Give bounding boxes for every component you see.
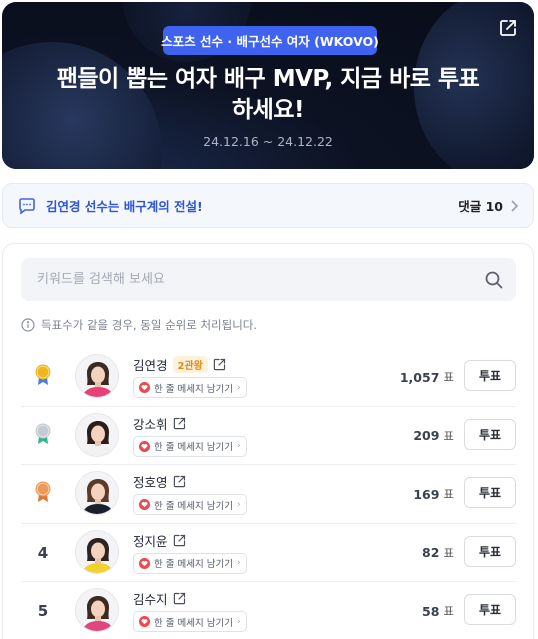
comment-count: 댓글 10: [458, 199, 503, 214]
leave-message-button[interactable]: 한 줄 메세지 남기기 ›: [133, 377, 247, 398]
vote-unit: 표: [443, 545, 454, 560]
silver-medal-icon: [34, 422, 52, 450]
vote-count: 58 표: [422, 582, 454, 639]
chevron-right-icon: ›: [236, 558, 241, 568]
chevron-right-icon: ›: [236, 499, 241, 510]
search-icon[interactable]: [484, 270, 504, 290]
player-row: 정호영 한 줄 메세지 남기기 › 169 표 투표: [21, 465, 516, 524]
avatar[interactable]: [75, 529, 119, 574]
bronze-medal-icon: [34, 480, 52, 508]
chevron-right-icon: ›: [236, 441, 241, 451]
vote-count-value: 1,057: [399, 369, 440, 385]
player-row: 강소휘 한 줄 메세지 남기기 › 209 표 투표: [21, 407, 516, 465]
rank: [21, 407, 65, 465]
external-link-icon[interactable]: [173, 475, 186, 488]
leave-message-button[interactable]: 한 줄 메세지 남기기 ›: [133, 552, 247, 574]
leave-message-label: 한 줄 메세지 남기기: [154, 500, 233, 512]
external-link-icon[interactable]: [173, 417, 186, 430]
vote-button[interactable]: 투표: [464, 594, 516, 625]
avatar[interactable]: [75, 354, 119, 398]
player-name[interactable]: 정호영: [133, 472, 168, 491]
info-icon: [21, 318, 35, 332]
vote-count-value: 58: [422, 603, 440, 619]
heart-icon: [139, 382, 150, 393]
leave-message-label: 한 줄 메세지 남기기: [154, 559, 233, 570]
rank-number: 5: [37, 602, 49, 620]
player-name[interactable]: 김수지: [133, 589, 168, 608]
page-title-line: 하세요!: [232, 97, 304, 123]
tie-notice: 득표수가 같을 경우, 동일 순위로 처리됩니다.: [21, 317, 257, 333]
category-badge: 스포츠 선수 · 배구선수 여자 (WKOVO): [161, 26, 379, 55]
rank: [21, 348, 65, 406]
heart-icon: [139, 557, 150, 569]
comment-bar[interactable]: 김연경 선수는 배구계의 전설! 댓글 10: [2, 183, 534, 228]
leave-message-button[interactable]: 한 줄 메세지 남기기 ›: [133, 611, 247, 632]
player-name[interactable]: 정지윤: [133, 531, 168, 550]
vote-count-value: 209: [413, 428, 440, 443]
heart-icon: [139, 499, 150, 510]
leave-message-button[interactable]: 한 줄 메세지 남기기 ›: [133, 494, 247, 515]
chevron-right-icon: [511, 199, 519, 212]
leave-message-label: 한 줄 메세지 남기기: [154, 383, 233, 395]
leave-message-label: 한 줄 메세지 남기기: [154, 442, 233, 453]
heart-icon: [139, 616, 150, 627]
page-title-line: 팬들이 뽑는 여자 배구 MVP, 지금 바로 투표: [56, 66, 480, 92]
vote-button[interactable]: 투표: [464, 418, 516, 450]
player-row: 5 김수지 한 줄 메세지 남기기 › 58 표 투표: [21, 582, 516, 639]
search-box: [21, 258, 516, 301]
player-list: 김연경 2관왕 한 줄 메세지 남기기 › 1,057 표 투표 강소휘 한 줄…: [21, 348, 516, 639]
leave-message-label: 한 줄 메세지 남기기: [154, 617, 233, 629]
search-input[interactable]: [37, 272, 484, 287]
rank: [21, 465, 65, 523]
vote-button[interactable]: 투표: [464, 477, 516, 508]
player-name[interactable]: 김연경: [133, 355, 168, 374]
player-name[interactable]: 강소휘: [133, 414, 168, 433]
leave-message-button[interactable]: 한 줄 메세지 남기기 ›: [133, 435, 247, 457]
hero-banner: 스포츠 선수 · 배구선수 여자 (WKOVO) 팬들이 뽑는 여자 배구 MV…: [2, 2, 534, 169]
player-name-line: 정호영: [133, 472, 186, 491]
vote-count: 209 표: [413, 407, 454, 465]
vote-count-value: 169: [413, 486, 440, 502]
share-icon[interactable]: [498, 18, 518, 38]
avatar[interactable]: [75, 588, 119, 632]
page-title: 팬들이 뽑는 여자 배구 MVP, 지금 바로 투표 하세요!: [22, 64, 514, 126]
gold-medal-icon: [34, 363, 52, 391]
player-name-line: 강소휘: [133, 414, 186, 433]
ranking-card: 득표수가 같을 경우, 동일 순위로 처리됩니다. 김연경 2관왕 한 줄 메세…: [2, 243, 534, 639]
vote-unit: 표: [443, 604, 454, 618]
vote-count-value: 82: [422, 545, 440, 560]
chevron-right-icon: ›: [236, 382, 241, 393]
player-name-line: 김수지: [133, 589, 186, 608]
latest-comment: 김연경 선수는 배구계의 전설!: [46, 199, 203, 214]
vote-count: 1,057 표: [400, 348, 454, 406]
rank-number: 4: [37, 543, 49, 562]
player-name-line: 김연경 2관왕: [133, 355, 226, 374]
vote-button[interactable]: 투표: [464, 535, 516, 567]
rank: 4: [21, 524, 65, 582]
vote-unit: 표: [443, 487, 454, 501]
external-link-icon[interactable]: [173, 592, 186, 605]
avatar[interactable]: [75, 412, 119, 457]
player-row: 4 정지윤 한 줄 메세지 남기기 › 82 표 투표: [21, 524, 516, 582]
player-row: 김연경 2관왕 한 줄 메세지 남기기 › 1,057 표 투표: [21, 348, 516, 407]
vote-period: 24.12.16 ~ 24.12.22: [203, 134, 333, 149]
player-name-line: 정지윤: [133, 531, 186, 550]
heart-icon: [139, 440, 150, 452]
award-badge: 2관왕: [172, 356, 208, 373]
vote-unit: 표: [443, 428, 454, 443]
chevron-right-icon: ›: [236, 616, 241, 627]
comment-icon: [19, 197, 35, 215]
rank: 5: [21, 582, 65, 639]
vote-unit: 표: [443, 370, 454, 384]
vote-button[interactable]: 투표: [464, 360, 516, 391]
external-link-icon[interactable]: [213, 358, 226, 371]
notice-text: 득표수가 같을 경우, 동일 순위로 처리됩니다.: [41, 318, 258, 332]
external-link-icon[interactable]: [173, 534, 186, 547]
vote-count: 82 표: [422, 524, 454, 582]
avatar[interactable]: [75, 471, 119, 515]
vote-count: 169 표: [413, 465, 454, 523]
